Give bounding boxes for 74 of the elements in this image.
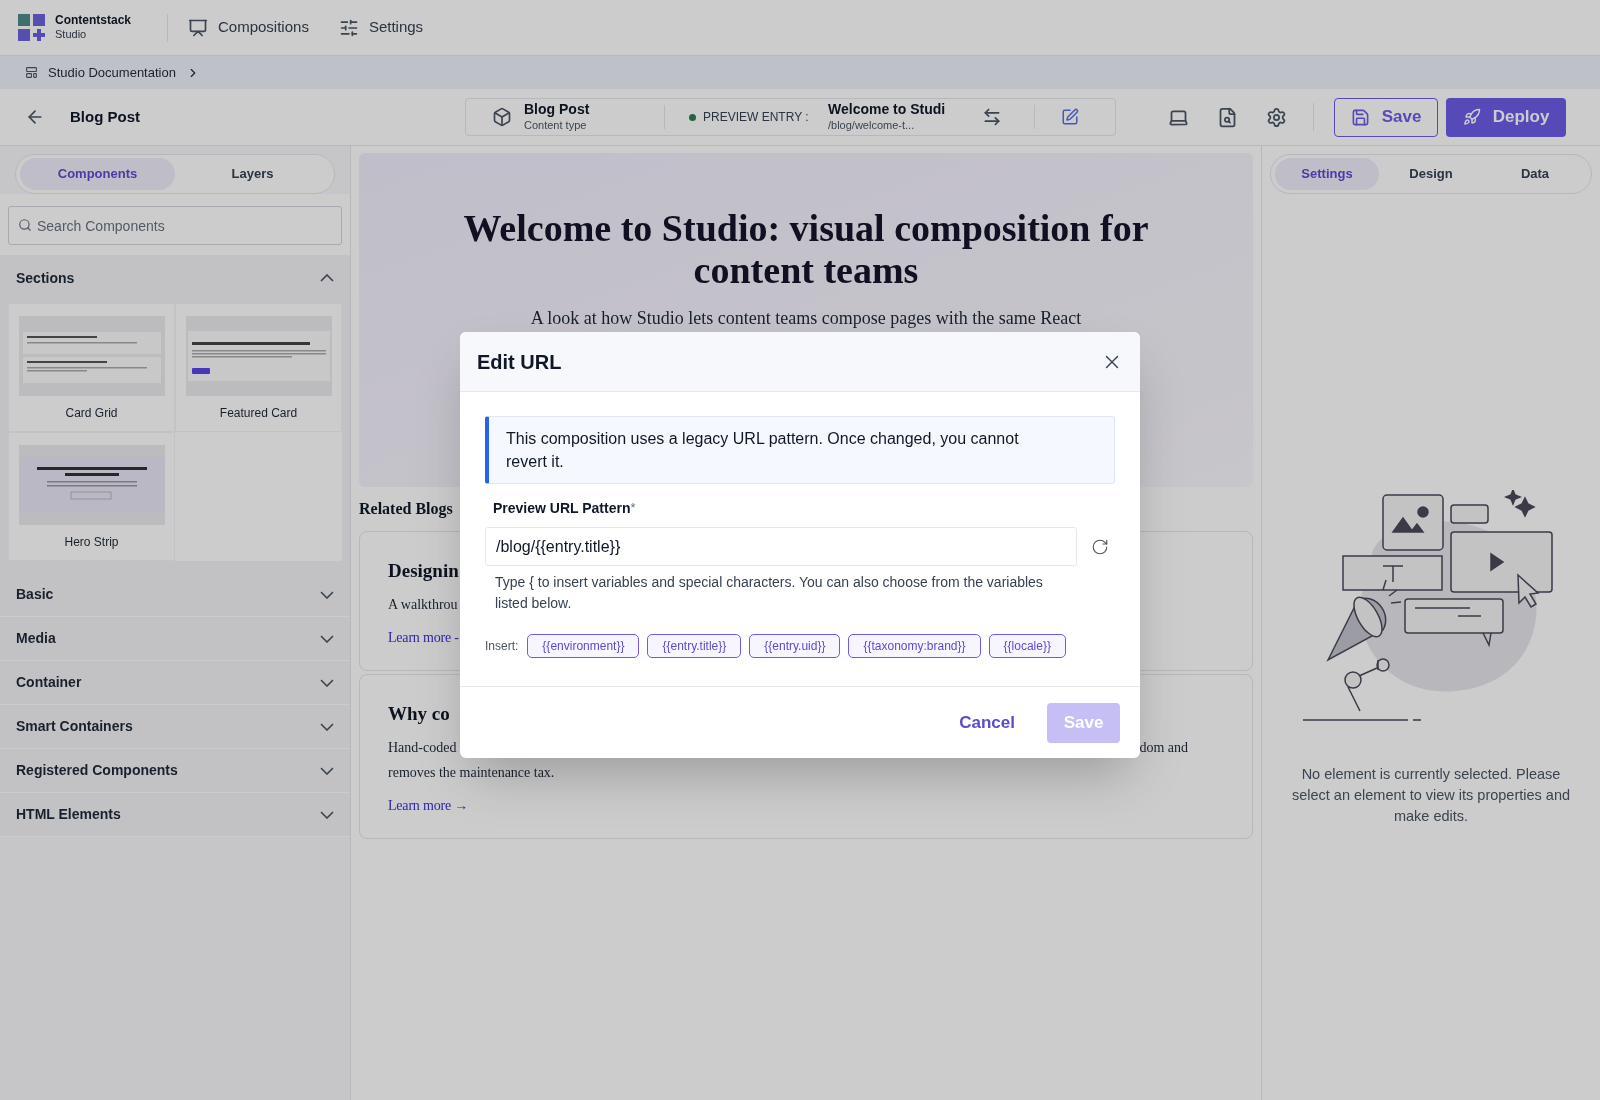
- chevron-down-icon: [320, 810, 334, 819]
- section-header[interactable]: HTML Elements: [0, 793, 350, 837]
- variable-chip[interactable]: {{environment}}: [527, 634, 640, 658]
- chevron-up-icon: [320, 274, 334, 282]
- search-field[interactable]: Search Components: [8, 206, 342, 245]
- edit-icon[interactable]: [1061, 108, 1079, 126]
- chevron-down-icon: [320, 634, 334, 643]
- learn-more-link[interactable]: Learn more -: [388, 627, 459, 648]
- sliders-icon: [338, 17, 359, 38]
- panel-tab[interactable]: Components: [20, 158, 175, 190]
- cancel-button[interactable]: Cancel: [959, 709, 1015, 736]
- settings-icon[interactable]: [1266, 106, 1287, 128]
- variable-chip[interactable]: {{entry.title}}: [647, 634, 742, 658]
- required-mark: *: [630, 499, 636, 517]
- hero-subtitle: A look at how Studio lets content teams compose pages with the same React: [530, 307, 1082, 329]
- section-header[interactable]: Sections: [0, 255, 350, 301]
- presentation-icon: [188, 17, 208, 38]
- variable-chip[interactable]: {{taxonomy:brand}}: [848, 634, 981, 658]
- file-search-icon[interactable]: [1217, 106, 1238, 128]
- learn-more-link[interactable]: Learn more →: [388, 795, 468, 816]
- entry-url: /blog/welcome-t...: [828, 118, 916, 133]
- save-button[interactable]: Save: [1334, 97, 1438, 137]
- notice-text: This composition uses a legacy URL pattern. Once changed, you cannot revert it.: [506, 429, 1020, 472]
- chevron-down-icon: [320, 678, 334, 687]
- brand-name: Contentstack: [55, 13, 131, 29]
- section-header[interactable]: Basic: [0, 573, 350, 617]
- chevron-down-icon: [320, 590, 334, 599]
- panel-tab[interactable]: Settings: [1275, 158, 1379, 190]
- insert-label: Insert:: [485, 638, 519, 655]
- card-text: Hand-coded: [388, 739, 457, 757]
- section-heading: Related Blogs: [359, 499, 453, 520]
- nav-item[interactable]: Compositions: [188, 16, 309, 39]
- entry-title: Welcome to Studi: [828, 101, 947, 119]
- content-type-name: Blog Post: [524, 101, 591, 119]
- card-text: removes the maintenance tax.: [388, 764, 556, 782]
- panel-tab[interactable]: Layers: [175, 158, 330, 190]
- content-type-caption: Content type: [524, 118, 588, 133]
- reset-icon[interactable]: [1091, 537, 1109, 556]
- section-header[interactable]: Container: [0, 661, 350, 705]
- url-pattern-field[interactable]: /blog/{{entry.title}}: [485, 527, 1077, 566]
- swap-icon[interactable]: [982, 107, 1002, 127]
- variable-chip[interactable]: {{locale}}: [988, 634, 1066, 658]
- component-tile[interactable]: Card Grid: [8, 303, 175, 432]
- breadcrumb-link[interactable]: Studio Documentation: [48, 62, 176, 83]
- brand-subtitle: Studio: [55, 28, 88, 42]
- page-title: Blog Post: [70, 106, 141, 127]
- panel-tab[interactable]: Data: [1483, 158, 1587, 190]
- nav-item[interactable]: Settings: [338, 16, 424, 39]
- card-title: Why co: [388, 702, 450, 726]
- preview-entry-label: PREVIEW ENTRY :: [703, 109, 810, 126]
- cube-icon: [492, 107, 512, 127]
- component-tile[interactable]: Hero Strip: [8, 432, 175, 561]
- empty-message: No element is currently selected. Please select an element to view its properties and make edits.: [1290, 765, 1572, 826]
- section-header[interactable]: Media: [0, 617, 350, 661]
- panel-tab[interactable]: Design: [1379, 158, 1483, 190]
- component-tile[interactable]: Featured Card: [175, 303, 342, 432]
- help-text: Type { to insert variables and special characters. You can also choose from the variables listed below.: [495, 573, 1044, 613]
- hero-title: Welcome to Studio: visual composition for content teams: [462, 207, 1150, 291]
- chevron-down-icon: [320, 766, 334, 775]
- floppy-icon: [1350, 107, 1370, 127]
- section-header[interactable]: Registered Components: [0, 749, 350, 793]
- template-icon: [25, 66, 38, 79]
- field-label: Preview URL Pattern: [493, 499, 631, 518]
- chevron-down-icon: [320, 722, 334, 731]
- search-icon: [18, 218, 32, 232]
- card-text: dom and: [1139, 739, 1188, 757]
- variable-chip[interactable]: {{entry.uid}}: [749, 634, 841, 658]
- deploy-button[interactable]: Deploy: [1446, 97, 1566, 137]
- logo-icon: [18, 13, 46, 42]
- section-header[interactable]: Smart Containers: [0, 705, 350, 749]
- card-title: Designin: [388, 559, 459, 583]
- card-text: A walkthrou: [388, 596, 458, 614]
- dialog-title: Edit URL: [477, 349, 562, 375]
- rocket-icon: [1462, 108, 1481, 126]
